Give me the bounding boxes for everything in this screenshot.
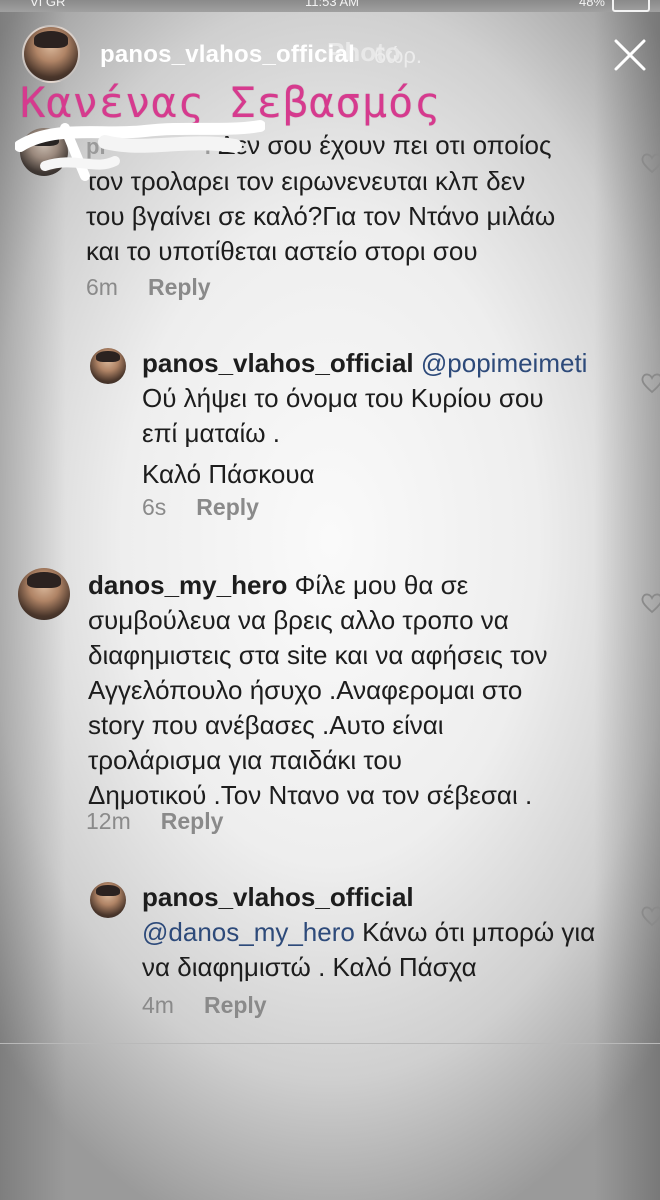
comment-line: και το υποτίθεται αστείο στορι σου	[86, 236, 478, 266]
comment-text: danos_my_hero Φίλε μου θα σε συμβούλευα …	[88, 568, 548, 813]
story-header: Photo panos_vlahos_official 6ώρ.	[22, 25, 660, 85]
battery-icon	[612, 0, 650, 12]
avatar[interactable]	[90, 882, 126, 918]
comment-time: 6m	[86, 274, 118, 300]
comment-username[interactable]: danos_my_hero	[88, 570, 287, 600]
comment-mention[interactable]: @popimeimeti	[421, 348, 588, 378]
comment-username[interactable]: panos_vlahos_official	[142, 882, 414, 912]
avatar[interactable]	[18, 568, 70, 620]
comment-item: danos_my_hero Φίλε μου θα σε συμβούλευα …	[18, 568, 638, 838]
comment-time: 12m	[86, 808, 131, 834]
comment-line: Δεν σου έχουν πει οτι οποίος	[218, 130, 552, 160]
divider	[0, 1043, 660, 1044]
comment-username[interactable]: panos_vlahos_official	[142, 348, 414, 378]
comment-meta: 6m Reply	[86, 274, 211, 301]
comment-line: να διαφημιστώ . Καλό Πάσχα	[142, 952, 477, 982]
comment-line: συμβούλευα να βρεις αλλο τροπο να	[88, 605, 509, 635]
comment-line: τρολάρισμα για παιδάκι του	[88, 745, 403, 775]
reply-button[interactable]: Reply	[148, 274, 211, 300]
reply-button[interactable]: Reply	[161, 808, 224, 834]
comment-line: Καλό Πάσκουα	[142, 459, 315, 489]
comment-line: του βγαίνει σε καλό?Για τον Ντάνο μιλάω	[86, 201, 556, 231]
story-time-ago: 6ώρ.	[374, 43, 423, 68]
avatar[interactable]	[22, 25, 80, 83]
comment-reply: panos_vlahos_official @popimeimeti Ού λή…	[90, 348, 650, 528]
heart-icon[interactable]	[640, 372, 660, 394]
redaction-scribble	[14, 116, 266, 196]
comment-line: Ού λήψει το όνομα του Κυρίου σου	[142, 383, 544, 413]
story-username[interactable]: panos_vlahos_official	[100, 41, 355, 69]
comment-line: Δημοτικού .Τον Ντανο να τον σέβεσαι .	[88, 780, 533, 810]
heart-icon[interactable]	[640, 905, 660, 927]
avatar[interactable]	[90, 348, 126, 384]
comment-time: 4m	[142, 992, 174, 1018]
status-time: 11:53 AM	[305, 0, 359, 9]
reply-button[interactable]: Reply	[196, 494, 259, 520]
comment-meta: 4m Reply	[142, 992, 267, 1019]
comment-line: Κάνω ότι μπορώ για	[362, 917, 596, 947]
comment-meta: 6s Reply	[142, 494, 259, 521]
battery-percent: 48%	[578, 0, 605, 9]
comment-mention[interactable]: @danos_my_hero	[142, 917, 355, 947]
comment-meta: 12m Reply	[86, 808, 223, 835]
heart-icon[interactable]	[640, 152, 660, 174]
comment-line: Φίλε μου θα σε	[294, 570, 469, 600]
heart-icon[interactable]	[640, 592, 660, 614]
comment-line: επί ματαίω .	[142, 418, 280, 448]
comment-text: panos_vlahos_official @popimeimeti Ού λή…	[142, 346, 587, 492]
close-icon[interactable]	[612, 37, 648, 73]
comment-line: Αγγελόπουλο ήσυχο .Αναφερομαι στο	[88, 675, 523, 705]
comment-time: 6s	[142, 494, 167, 520]
comment-line: διαφημιστεις στα site και να αφήσεις τον	[88, 640, 548, 670]
comment-reply: panos_vlahos_official @danos_my_hero Κάν…	[90, 882, 650, 1032]
status-bar: VI GR 11:53 AM 48%	[0, 0, 660, 12]
carrier-label: VI GR	[30, 0, 66, 9]
comment-line: story που ανέβασες .Αυτο είναι	[88, 710, 444, 740]
comment-text: panos_vlahos_official @danos_my_hero Κάν…	[142, 880, 595, 985]
reply-button[interactable]: Reply	[204, 992, 267, 1018]
